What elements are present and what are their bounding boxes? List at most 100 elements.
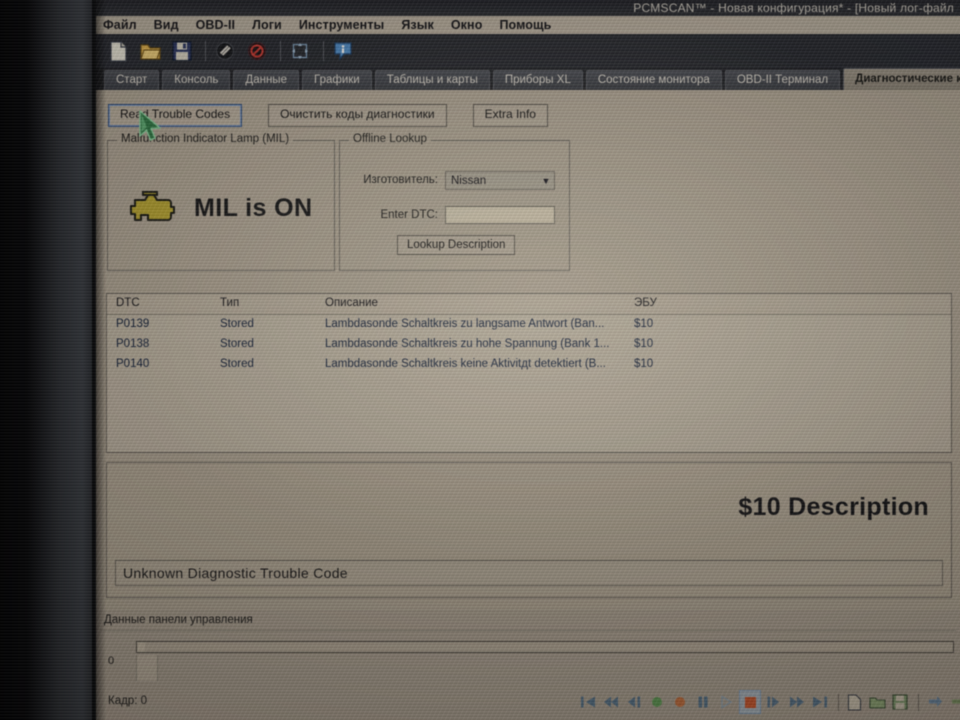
main-toolbar — [96, 34, 960, 68]
play-icon[interactable] — [716, 691, 736, 713]
timeline-scrollbar[interactable] — [136, 641, 954, 653]
frame-counter: Кадр: 0 — [108, 695, 147, 707]
action-button-row: Read Trouble Codes Очистить коды диагнос… — [108, 104, 548, 127]
diagnostic-codes-page: Read Trouble Codes Очистить коды диагнос… — [96, 90, 960, 610]
cell-dtc: P0140 — [116, 358, 150, 370]
skip-to-end-icon[interactable] — [810, 691, 830, 713]
skip-to-start-icon[interactable] — [578, 691, 598, 713]
tab-monitor-status[interactable]: Состояние монитора — [585, 70, 722, 90]
module-tabs: Старт Консоль Данные Графики Таблицы и к… — [96, 68, 960, 90]
table-row[interactable]: P0138 Stored Lambdasonde Schaltkreis zu … — [107, 335, 951, 355]
manufacturer-select[interactable]: Nissan ▼ — [445, 171, 555, 190]
toolbar-separator-2 — [280, 41, 281, 61]
cell-ecu: $10 — [634, 358, 654, 370]
menu-language[interactable]: Язык — [401, 18, 434, 32]
rewind-icon[interactable] — [601, 691, 621, 713]
record-red-icon[interactable] — [670, 691, 690, 713]
toolbar-separator-3 — [323, 41, 324, 61]
fullscreen-icon[interactable] — [286, 37, 314, 65]
menu-window[interactable]: Окно — [451, 18, 483, 32]
new-log-icon[interactable] — [844, 691, 864, 713]
stop-icon[interactable] — [739, 690, 761, 714]
monitor-bezel — [0, 0, 96, 720]
save-floppy-icon[interactable] — [168, 37, 196, 65]
description-panel: $10 Description Unknown Diagnostic Troub… — [106, 462, 952, 598]
disconnect-icon[interactable] — [243, 37, 271, 65]
extra-info-button[interactable]: Extra Info — [472, 104, 548, 127]
column-header-description: Описание — [325, 297, 378, 309]
timeline-thumb[interactable] — [137, 642, 145, 652]
menu-view[interactable]: Вид — [154, 18, 179, 32]
open-folder-icon[interactable] — [136, 37, 164, 65]
chevron-down-icon: ▼ — [541, 175, 551, 186]
mil-status-row: MIL is ON — [126, 189, 312, 228]
save-log-icon[interactable] — [890, 691, 910, 713]
timeline-zero-label: 0 — [108, 655, 115, 667]
window-title-bar: PCMSCAN™ - Новая конфигурация* - [Новый … — [96, 0, 960, 16]
dtc-table-header: DTC Тип Описание ЭБУ — [107, 294, 951, 315]
mil-status-text: MIL is ON — [194, 194, 313, 222]
offline-lookup-legend: Offline Lookup — [349, 133, 431, 145]
tab-obd2-terminal[interactable]: OBD-II Терминал — [724, 70, 841, 90]
photographed-screen: PCMSCAN™ - Новая конфигурация* - [Новый … — [0, 0, 960, 720]
toolbar-separator — [205, 41, 206, 61]
window-title: PCMSCAN™ - Новая конфигурация* - [Новый … — [633, 1, 954, 15]
step-forward-icon[interactable] — [764, 691, 784, 713]
transport-controls — [578, 689, 960, 715]
record-green-icon[interactable] — [647, 691, 667, 713]
column-header-type: Тип — [220, 297, 240, 309]
enter-dtc-label: Enter DTC: — [380, 209, 438, 221]
tab-gauges-xl[interactable]: Приборы XL — [492, 70, 583, 90]
dock-body: 0 Кадр: 0 — [100, 630, 960, 716]
cell-description: Lambdasonde Schaltkreis zu langsame Antw… — [325, 318, 605, 330]
menu-bar: Файл Вид OBD-II Логи Инструменты Язык Ок… — [96, 16, 960, 34]
column-header-ecu: ЭБУ — [634, 297, 657, 309]
clear-diagnostic-codes-button[interactable]: Очистить коды диагностики — [268, 104, 447, 127]
cell-ecu: $10 — [634, 318, 654, 330]
enter-dtc-input[interactable] — [445, 206, 555, 224]
manufacturer-value: Nissan — [451, 174, 487, 187]
connect-icon[interactable] — [211, 37, 239, 65]
new-document-icon[interactable] — [104, 37, 132, 65]
open-log-icon[interactable] — [867, 691, 887, 713]
share-icon[interactable] — [947, 691, 960, 713]
cell-type: Stored — [220, 318, 254, 330]
step-back-icon[interactable] — [624, 691, 644, 713]
cell-dtc: P0139 — [116, 318, 150, 330]
menu-file[interactable]: Файл — [103, 18, 137, 32]
check-engine-icon — [126, 189, 180, 228]
tab-start[interactable]: Старт — [104, 70, 160, 90]
export-icon[interactable] — [924, 691, 944, 713]
cell-dtc: P0138 — [116, 338, 150, 350]
fast-forward-icon[interactable] — [787, 691, 807, 713]
tab-graphs[interactable]: Графики — [301, 70, 372, 90]
timeline-lane — [136, 655, 158, 681]
menu-obd2[interactable]: OBD-II — [196, 18, 236, 32]
column-header-dtc: DTC — [116, 297, 140, 309]
transport-separator-2 — [918, 693, 919, 711]
cell-type: Stored — [220, 358, 254, 370]
table-row[interactable]: P0139 Stored Lambdasonde Schaltkreis zu … — [107, 315, 951, 335]
pause-icon[interactable] — [693, 691, 713, 713]
cell-description: Lambdasonde Schaltkreis zu hohe Spannung… — [325, 338, 610, 350]
lookup-description-button[interactable]: Lookup Description — [397, 235, 516, 255]
menu-logs[interactable]: Логи — [252, 18, 282, 32]
cell-ecu: $10 — [634, 338, 654, 350]
menu-tools[interactable]: Инструменты — [299, 18, 385, 32]
description-title: $10 Description — [738, 493, 929, 521]
tab-tables-maps[interactable]: Таблицы и карты — [374, 70, 490, 90]
description-text: Unknown Diagnostic Trouble Code — [115, 560, 943, 586]
dtc-table[interactable]: DTC Тип Описание ЭБУ P0139 Stored Lambda… — [106, 293, 952, 453]
mil-group: Malfunction Indicator Lamp (MIL) MIL is … — [107, 133, 335, 271]
read-trouble-codes-button[interactable]: Read Trouble Codes — [108, 104, 243, 127]
tab-console[interactable]: Консоль — [162, 70, 231, 90]
info-icon[interactable] — [329, 37, 357, 65]
cell-description: Lambdasonde Schaltkreis keine Aktivitдt … — [325, 358, 606, 370]
playback-dock: Данные панели управления 0 Кадр: 0 — [96, 610, 960, 720]
offline-lookup-group: Offline Lookup Изготовитель: Nissan ▼ En… — [339, 133, 570, 271]
menu-help[interactable]: Помощь — [499, 18, 551, 32]
tab-diagnostic-codes[interactable]: Диагностические коды — [843, 68, 960, 90]
dock-title: Данные панели управления — [104, 614, 253, 626]
table-row[interactable]: P0140 Stored Lambdasonde Schaltkreis kei… — [107, 355, 951, 375]
tab-data[interactable]: Данные — [233, 70, 299, 90]
